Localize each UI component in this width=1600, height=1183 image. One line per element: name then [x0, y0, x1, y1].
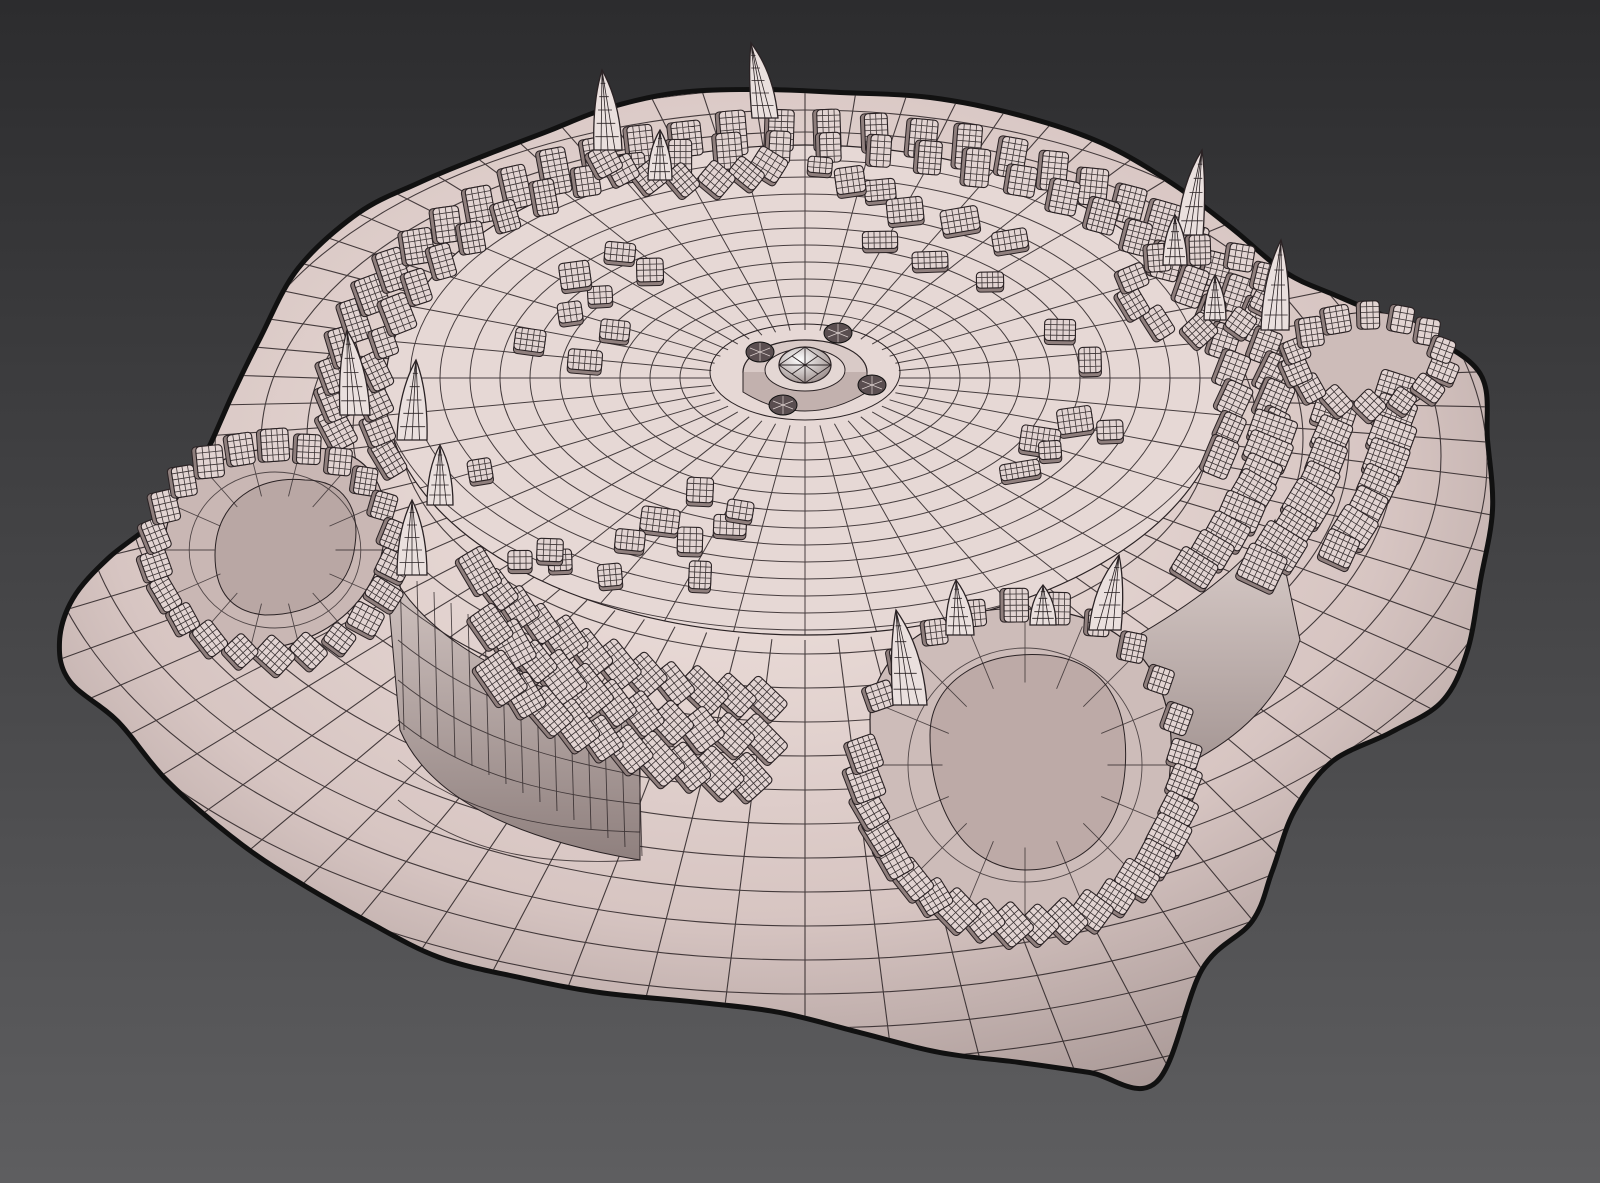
stone-block [911, 250, 949, 274]
stone-block [1386, 303, 1416, 335]
stone-block [603, 240, 637, 268]
stone-block [959, 147, 992, 189]
stone-block [1184, 234, 1212, 266]
stone-block [597, 562, 624, 592]
stone-block [919, 617, 949, 647]
stone-block [1319, 303, 1352, 336]
stone-block [685, 476, 715, 508]
stone-block [558, 259, 593, 295]
stone-block [676, 526, 704, 558]
stone-block [1222, 242, 1256, 273]
stone-block [222, 431, 256, 468]
stone-block [455, 220, 487, 256]
stone-block [861, 230, 899, 254]
stone-block [556, 300, 584, 328]
stone-block [1116, 630, 1148, 664]
stone-block [291, 433, 322, 466]
stone-block [466, 457, 495, 487]
stone-block [566, 348, 604, 376]
3d-viewport[interactable] [0, 0, 1600, 1183]
stone-block [912, 139, 943, 176]
stone-block [865, 133, 893, 168]
stone-block [1044, 177, 1081, 217]
stone-block [687, 560, 713, 594]
stone-block [1078, 346, 1102, 378]
stone-block [635, 257, 665, 287]
terrain-model-render [0, 0, 1600, 1183]
stone-block [512, 326, 547, 358]
stone-block [1294, 315, 1325, 349]
stone-block [975, 271, 1005, 293]
stone-block [1043, 318, 1077, 346]
stone-block [806, 155, 834, 179]
stone-block [536, 537, 564, 567]
stone-block [598, 318, 631, 346]
stone-block [724, 498, 755, 526]
stone-block [833, 165, 867, 199]
stone-block [191, 444, 226, 480]
stone-block [1096, 419, 1124, 445]
stone-block [999, 587, 1030, 623]
stone-block [507, 549, 533, 575]
stone-block [323, 446, 353, 477]
stone-block [1056, 405, 1095, 439]
stone-block [1037, 439, 1063, 465]
stone-block [1355, 300, 1381, 330]
stone-block [255, 427, 291, 463]
stone-block [1002, 163, 1039, 198]
stone-block [613, 528, 646, 556]
stone-block [885, 195, 925, 229]
center-gem [778, 346, 832, 384]
stone-block [939, 205, 982, 239]
stone-block [991, 227, 1030, 257]
